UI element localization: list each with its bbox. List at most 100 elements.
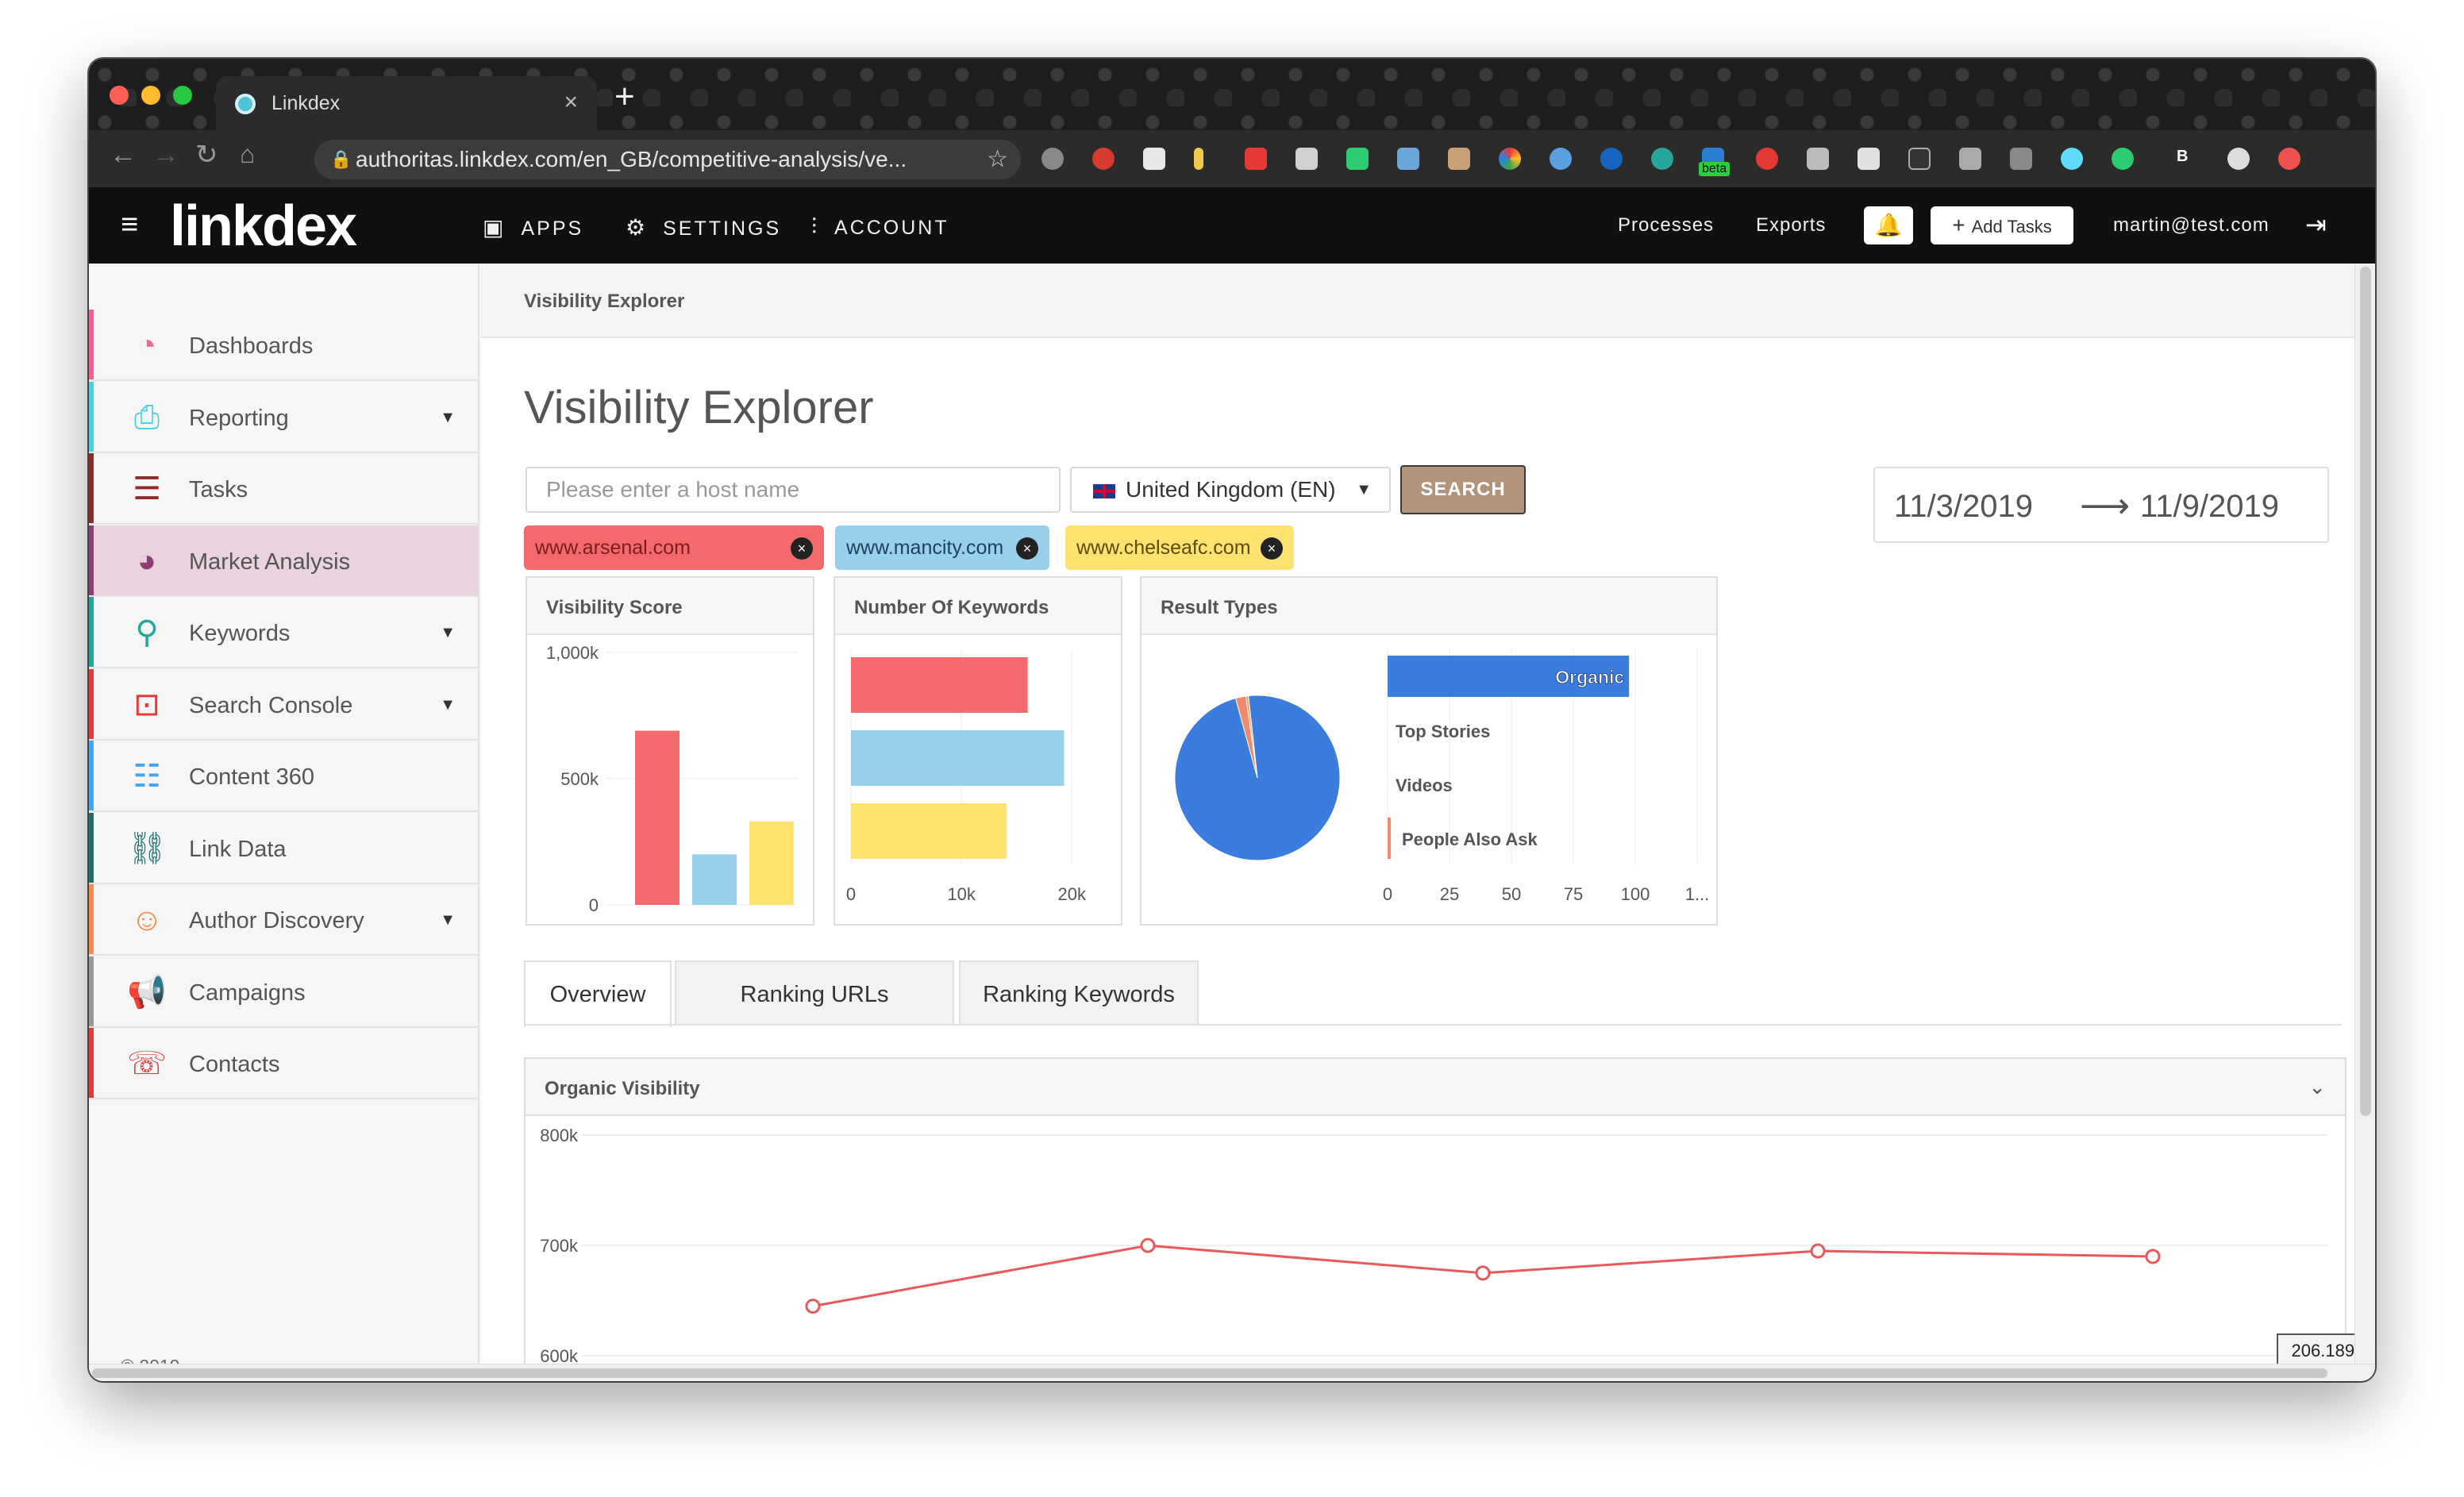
tab-close-icon[interactable]: × xyxy=(564,89,578,116)
new-tab-button[interactable]: + xyxy=(614,79,635,114)
target-extension-icon[interactable] xyxy=(2112,148,2134,170)
x-extension-icon[interactable] xyxy=(1908,148,1931,170)
bar[interactable] xyxy=(851,730,1065,786)
checklist-extension-icon[interactable] xyxy=(1143,148,1165,170)
bookmark-star-icon[interactable]: ☆ xyxy=(987,140,1008,179)
remove-chip-icon[interactable]: × xyxy=(791,537,813,560)
address-bar[interactable]: 🔒 authoritas.linkdex.com/en_GB/competiti… xyxy=(314,140,1021,179)
extension-icon[interactable] xyxy=(1092,148,1115,170)
stop-extension-icon[interactable] xyxy=(1756,148,1778,170)
data-point[interactable] xyxy=(2145,1249,2161,1264)
horizontal-scrollbar[interactable] xyxy=(89,1364,2375,1381)
date-range-picker[interactable]: 11/3/2019 ⟶ 11/9/2019 xyxy=(1873,467,2329,543)
data-point[interactable] xyxy=(1140,1237,1156,1253)
sidebar-item-market-analysis[interactable]: ◕ Market Analysis xyxy=(89,525,478,597)
tab-strip: Linkdex × + xyxy=(89,59,2375,130)
linkdex-logo[interactable]: linkdex xyxy=(170,194,357,259)
nav-settings[interactable]: ⚙ SETTINGS xyxy=(626,214,781,241)
data-point[interactable] xyxy=(1475,1265,1491,1281)
nav-apps[interactable]: ▣ APPS xyxy=(483,214,583,241)
hamburger-menu-icon[interactable]: ≡ xyxy=(121,210,138,240)
country-select[interactable]: United Kingdom (EN) ▼ xyxy=(1070,467,1391,513)
maximize-window-button[interactable] xyxy=(173,86,192,105)
profile-avatar-icon[interactable] xyxy=(2227,148,2250,170)
browser-toolbar: ← → ↻ ⌂ 🔒 authoritas.linkdex.com/en_GB/c… xyxy=(89,130,2375,187)
bar[interactable] xyxy=(635,730,680,905)
chevron-down-icon[interactable]: ⌄ xyxy=(2308,1075,2326,1099)
tab-ranking-keywords[interactable]: Ranking Keywords xyxy=(959,960,1199,1026)
date-to: 11/9/2019 xyxy=(2140,489,2279,524)
domain-chip[interactable]: www.arsenal.com × xyxy=(524,525,824,570)
uk-flag-icon xyxy=(1092,483,1116,499)
sidebar-item-contacts[interactable]: ☏ Contacts xyxy=(89,1028,478,1099)
color-wheel-extension-icon[interactable] xyxy=(1499,148,1521,170)
logout-icon[interactable]: ⇥ xyxy=(2305,210,2327,240)
face-extension-icon[interactable] xyxy=(1448,148,1470,170)
camera-extension-icon[interactable] xyxy=(1807,148,1829,170)
bar[interactable] xyxy=(749,822,794,905)
processes-link[interactable]: Processes xyxy=(1618,214,1714,237)
sidebar-item-keywords[interactable]: ⚲ Keywords ▼ xyxy=(89,597,478,668)
sidebar-item-reporting[interactable]: ⎙ Reporting ▼ xyxy=(89,381,478,453)
spy-extension-icon[interactable] xyxy=(1296,148,1318,170)
exports-link[interactable]: Exports xyxy=(1756,214,1826,237)
settings-extension-icon[interactable] xyxy=(1041,148,1064,170)
extension-icon[interactable] xyxy=(1550,148,1572,170)
document-extension-icon[interactable] xyxy=(1858,148,1880,170)
add-tasks-button[interactable]: + Add Tasks xyxy=(1931,206,2073,244)
y-tick-label: 1,000k xyxy=(546,643,599,663)
react-extension-icon[interactable] xyxy=(2061,148,2083,170)
remove-chip-icon[interactable]: × xyxy=(1016,537,1038,560)
caret-down-icon[interactable]: ▼ xyxy=(440,911,456,929)
bar[interactable] xyxy=(851,657,1028,713)
robot-extension-icon[interactable] xyxy=(2010,148,2032,170)
caret-down-icon[interactable]: ▼ xyxy=(440,624,456,642)
sidebar-item-author-discovery[interactable]: ☺ Author Discovery ▼ xyxy=(89,884,478,956)
caret-down-icon[interactable]: ▼ xyxy=(440,409,456,427)
forward-arrow-icon[interactable]: → xyxy=(152,141,179,168)
sidebar-item-search-console[interactable]: ⊡ Search Console ▼ xyxy=(89,668,478,741)
b-extension-icon[interactable]: B xyxy=(2177,148,2188,166)
star-extension-icon[interactable] xyxy=(1245,148,1267,170)
extension-icon[interactable] xyxy=(1959,148,1981,170)
search-button[interactable]: SEARCH xyxy=(1400,465,1526,514)
sidebar-item-tasks[interactable]: ☰ Tasks xyxy=(89,453,478,525)
user-email[interactable]: martin@test.com xyxy=(2113,214,2270,237)
ip-extension-icon[interactable] xyxy=(1600,148,1623,170)
remove-chip-icon[interactable]: × xyxy=(1261,537,1283,560)
host-name-input[interactable] xyxy=(526,467,1061,513)
shield-extension-icon[interactable] xyxy=(1346,148,1369,170)
back-arrow-icon[interactable]: ← xyxy=(110,141,137,168)
sidebar-item-campaigns[interactable]: 📢 Campaigns xyxy=(89,956,478,1028)
bar[interactable] xyxy=(692,854,737,905)
data-point[interactable] xyxy=(805,1299,821,1314)
domain-chip[interactable]: www.chelseafc.com × xyxy=(1065,525,1294,570)
sidebar-item-dashboards[interactable]: ◔ Dashboards xyxy=(89,310,478,381)
domain-chip[interactable]: www.mancity.com × xyxy=(835,525,1049,570)
extension-icon[interactable] xyxy=(1651,148,1673,170)
app-header: ≡ linkdex ▣ APPS ⚙ SETTINGS ⫶ ACCOUNT Proce… xyxy=(89,187,2375,264)
x-tick-label: 20k xyxy=(1058,884,1087,904)
notifications-bell-icon[interactable]: 🔔 xyxy=(1864,206,1913,244)
browser-tab[interactable]: Linkdex × xyxy=(216,76,597,130)
sidebar-item-content-360[interactable]: ☷ Content 360 xyxy=(89,741,478,812)
close-window-button[interactable] xyxy=(110,86,129,105)
tab-overview[interactable]: Overview xyxy=(524,960,672,1027)
lock-icon: 🔒 xyxy=(330,149,352,169)
home-icon[interactable]: ⌂ xyxy=(240,141,255,167)
pen-extension-icon[interactable] xyxy=(1194,148,1203,170)
update-icon[interactable] xyxy=(2278,148,2300,170)
nav-account[interactable]: ⫶ ACCOUNT xyxy=(811,214,949,241)
data-point[interactable] xyxy=(1810,1243,1826,1259)
extension-icon[interactable] xyxy=(1397,148,1419,170)
bar[interactable] xyxy=(851,803,1007,859)
tab-ranking-urls[interactable]: Ranking URLs xyxy=(675,960,954,1026)
sidebar-item-link-data[interactable]: ⛓ Link Data xyxy=(89,812,478,884)
vertical-scrollbar[interactable] xyxy=(2354,264,2375,1367)
sidebar-item-label: Campaigns xyxy=(189,979,306,1006)
minimize-window-button[interactable] xyxy=(141,86,160,105)
caret-down-icon[interactable]: ▼ xyxy=(440,696,456,714)
bar[interactable] xyxy=(1388,818,1391,859)
reload-icon[interactable]: ↻ xyxy=(195,141,218,168)
number-of-keywords-chart: 0 10k 20k xyxy=(846,651,1087,904)
